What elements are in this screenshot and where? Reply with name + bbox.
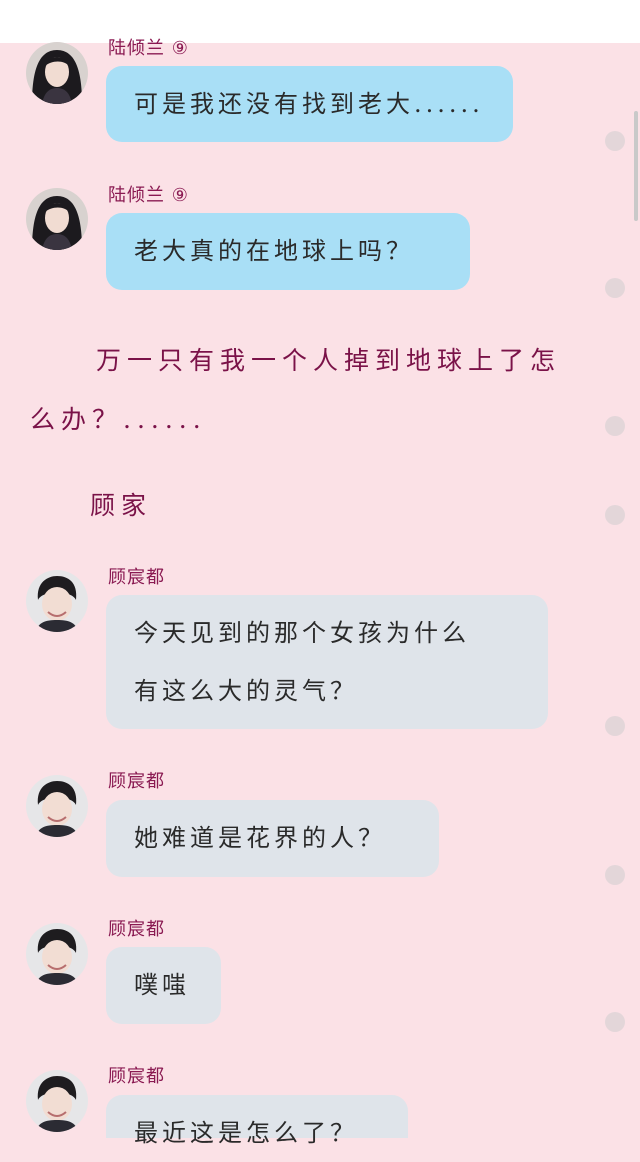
sender-name: 顾宸都 — [108, 1066, 165, 1087]
scene-label: 顾家 — [90, 491, 153, 520]
top-status-bar — [0, 0, 640, 43]
message-text: 噗嗤 — [134, 971, 190, 999]
avatar[interactable] — [26, 570, 88, 632]
narration-text: 万一只有我一个人掉到地球上了怎 — [96, 346, 562, 375]
chat-bubble[interactable]: 老大真的在地球上吗？ — [106, 213, 470, 290]
sender-name: 陆倾兰 ⑨ — [108, 38, 189, 59]
message-text: 可是我还没有找到老大...... — [134, 90, 484, 118]
chat-bubble[interactable]: 可是我还没有找到老大...... — [106, 66, 513, 142]
message-text: 有这么大的灵气？ — [134, 677, 358, 705]
scrollbar-thumb[interactable] — [634, 111, 638, 221]
avatar[interactable] — [26, 1070, 88, 1132]
select-dot[interactable] — [605, 716, 625, 736]
message-text: 老大真的在地球上吗？ — [134, 237, 414, 265]
sender-name: 陆倾兰 ⑨ — [108, 185, 189, 206]
select-dot[interactable] — [605, 278, 625, 298]
avatar[interactable] — [26, 923, 88, 985]
sender-name: 顾宸都 — [108, 771, 165, 792]
scrollbar[interactable] — [632, 43, 640, 1138]
chat-bubble[interactable]: 最近这是怎么了？ — [106, 1095, 408, 1147]
select-dot[interactable] — [605, 131, 625, 151]
message-text: 她难道是花界的人？ — [134, 824, 386, 852]
avatar[interactable] — [26, 188, 88, 250]
select-dot[interactable] — [605, 505, 625, 525]
select-dot[interactable] — [605, 416, 625, 436]
chat-bubble[interactable]: 她难道是花界的人？ — [106, 800, 439, 877]
select-dot[interactable] — [605, 1012, 625, 1032]
sender-name: 顾宸都 — [108, 919, 165, 940]
avatar[interactable] — [26, 42, 88, 104]
avatar[interactable] — [26, 775, 88, 837]
message-text: 最近这是怎么了？ — [134, 1119, 358, 1147]
chat-bubble[interactable]: 今天见到的那个女孩为什么 有这么大的灵气？ — [106, 595, 548, 729]
select-dot[interactable] — [605, 865, 625, 885]
sender-name: 顾宸都 — [108, 567, 165, 588]
message-text: 今天见到的那个女孩为什么 — [134, 619, 470, 647]
narration-text: 么办？...... — [30, 405, 207, 434]
chat-bubble[interactable]: 噗嗤 — [106, 947, 221, 1024]
